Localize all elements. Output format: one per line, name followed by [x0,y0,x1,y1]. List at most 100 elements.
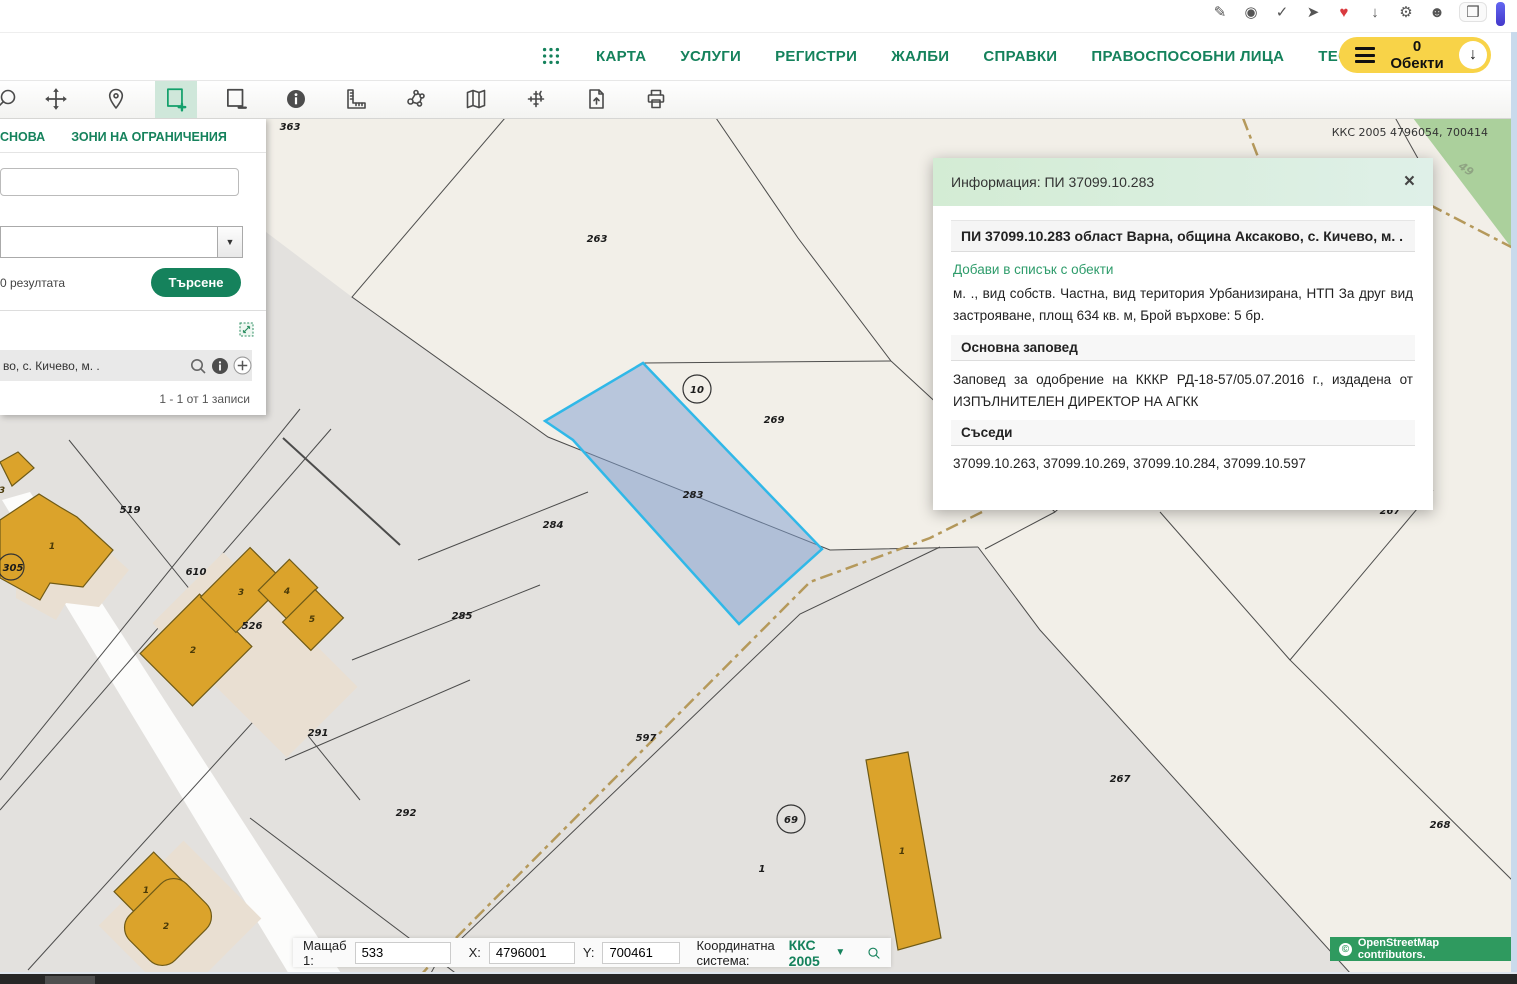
scale-input[interactable] [355,942,451,964]
expand-results-icon[interactable] [239,322,254,340]
search-input[interactable] [0,168,239,196]
result-row[interactable]: во, с. Кичево, м. . [0,350,252,381]
select-rect-add-icon[interactable] [155,80,197,118]
x-label: X: [469,945,481,960]
svg-text:1: 1 [143,886,149,896]
copyright-icon: © [1339,943,1352,956]
svg-text:268: 268 [1430,820,1451,831]
chevron-down-icon[interactable]: ▼ [217,227,242,257]
svg-text:269: 269 [764,415,785,426]
scrollbar-thumb[interactable] [45,976,95,984]
parcel-description: м. ., вид собств. Частна, вид територия … [953,283,1413,327]
svg-text:610: 610 [186,567,207,578]
osm-attribution-text[interactable]: OpenStreetMap contributors. [1358,937,1508,961]
browser-profile-badge[interactable] [1496,2,1505,26]
edit-icon[interactable]: ✎ [1211,3,1229,21]
y-input[interactable] [602,942,680,964]
nav-item-pravosposobni-litsa[interactable]: ПРАВОСПОСОБНИ ЛИЦА [1091,48,1284,65]
export-page-icon[interactable] [575,80,617,118]
osm-attribution: © OpenStreetMap contributors. [1330,937,1517,961]
svg-text:267: 267 [1110,774,1131,785]
nav-item-uslugi[interactable]: УСЛУГИ [680,48,741,65]
svg-text:597: 597 [636,733,657,744]
coordinates-grid-icon[interactable] [515,80,557,118]
svg-text:3: 3 [0,486,5,496]
svg-text:4: 4 [283,587,290,597]
map-sheets-icon[interactable] [455,80,497,118]
objects-list-button[interactable]: 0 Обекти ↓ [1339,37,1491,73]
svg-text:363: 363 [280,122,301,133]
popup-title: Информация: ПИ 37099.10.283 [951,174,1404,190]
nav-item-karta[interactable]: КАРТА [596,48,646,65]
coordinate-search-icon[interactable] [867,942,881,964]
add-result-icon[interactable] [233,356,252,375]
result-text: во, с. Кичево, м. . [3,359,185,373]
crs-chevron-down-icon[interactable]: ▼ [835,947,845,958]
tab-zoni-na-ogranicheniya[interactable]: ЗОНИ НА ОГРАНИЧЕНИЯ [71,130,227,144]
order-section-header: Основна заповед [951,335,1415,361]
parcel-info-popup: Информация: ПИ 37099.10.283 × ПИ 37099.1… [933,158,1433,510]
search-button[interactable]: Търсене [151,268,241,297]
map-toolbar [0,80,1517,119]
svg-text:292: 292 [396,808,417,819]
order-text: Заповед за одобрение на КККР РД-18-57/05… [953,369,1413,413]
svg-text:10: 10 [690,385,704,396]
svg-text:3: 3 [238,588,244,598]
svg-text:285: 285 [452,611,473,622]
heart-icon[interactable]: ♥ [1335,4,1353,21]
shield-check-icon[interactable]: ✓ [1273,3,1291,21]
profile-icon[interactable]: ☻ [1428,4,1446,21]
camera-icon[interactable]: ◉ [1242,3,1260,21]
select-rect-subtract-icon[interactable] [215,80,257,118]
divider [0,310,266,311]
crs-value[interactable]: ККС 2005 [789,937,828,969]
nav-item-zhalbi[interactable]: ЖАЛБИ [891,48,949,65]
svg-text:1: 1 [759,864,766,875]
close-icon[interactable]: × [1404,171,1415,193]
apps-grid-icon[interactable] [540,45,562,67]
print-icon[interactable] [635,80,677,118]
svg-text:69: 69 [784,815,798,826]
measure-ruler-icon[interactable] [335,80,377,118]
app-window: 10 69 305 363 263 269 283 284 285 291 29… [0,0,1517,984]
pan-icon[interactable] [35,80,77,118]
send-icon[interactable]: ➤ [1304,3,1322,21]
neighbors-list: 37099.10.263, 37099.10.269, 37099.10.284… [953,456,1413,471]
download-icon[interactable]: ↓ [1366,4,1384,21]
nav-item-spravki[interactable]: СПРАВКИ [983,48,1057,65]
measure-polygon-icon[interactable] [395,80,437,118]
y-label: Y: [583,945,595,960]
x-input[interactable] [489,942,575,964]
svg-text:305: 305 [3,563,24,574]
map-status-bar: Мащаб 1: X: Y: Координатна система: ККС … [293,938,891,967]
svg-text:519: 519 [120,505,141,516]
browser-toolbar: ✎ ◉ ✓ ➤ ♥ ↓ ⚙ ☻ ❒ [0,0,1517,33]
svg-text:283: 283 [683,490,704,501]
svg-text:5: 5 [309,615,315,625]
zoom-to-result-icon[interactable] [189,357,207,375]
neighbors-section-header: Съседи [951,420,1415,446]
svg-text:1: 1 [49,542,55,552]
svg-text:263: 263 [587,234,608,245]
extension-icon[interactable]: ❒ [1459,2,1487,22]
tab-osnova[interactable]: СНОВА [0,130,45,144]
result-info-icon[interactable] [211,357,229,375]
location-pin-icon[interactable] [95,80,137,118]
zoom-search-icon[interactable] [0,80,28,118]
search-dropdown[interactable]: ▼ [0,226,243,258]
window-right-edge [1511,32,1517,972]
svg-text:291: 291 [308,728,329,739]
bottom-scrollbar[interactable] [0,972,1517,984]
svg-text:526: 526 [242,621,263,632]
nav-item-registri[interactable]: РЕГИСТРИ [775,48,857,65]
svg-text:2: 2 [190,646,196,656]
results-count: 0 резултата [0,276,151,290]
scale-label: Мащаб 1: [303,938,347,968]
svg-text:284: 284 [543,520,564,531]
download-arrow-icon[interactable]: ↓ [1459,41,1487,69]
info-tool-icon[interactable] [275,80,317,118]
pagination-info: 1 - 1 от 1 записи [159,392,250,406]
settings-icon[interactable]: ⚙ [1397,3,1415,21]
add-to-objects-link[interactable]: Добави в списък с обекти [953,262,1415,277]
svg-text:1: 1 [899,847,905,857]
